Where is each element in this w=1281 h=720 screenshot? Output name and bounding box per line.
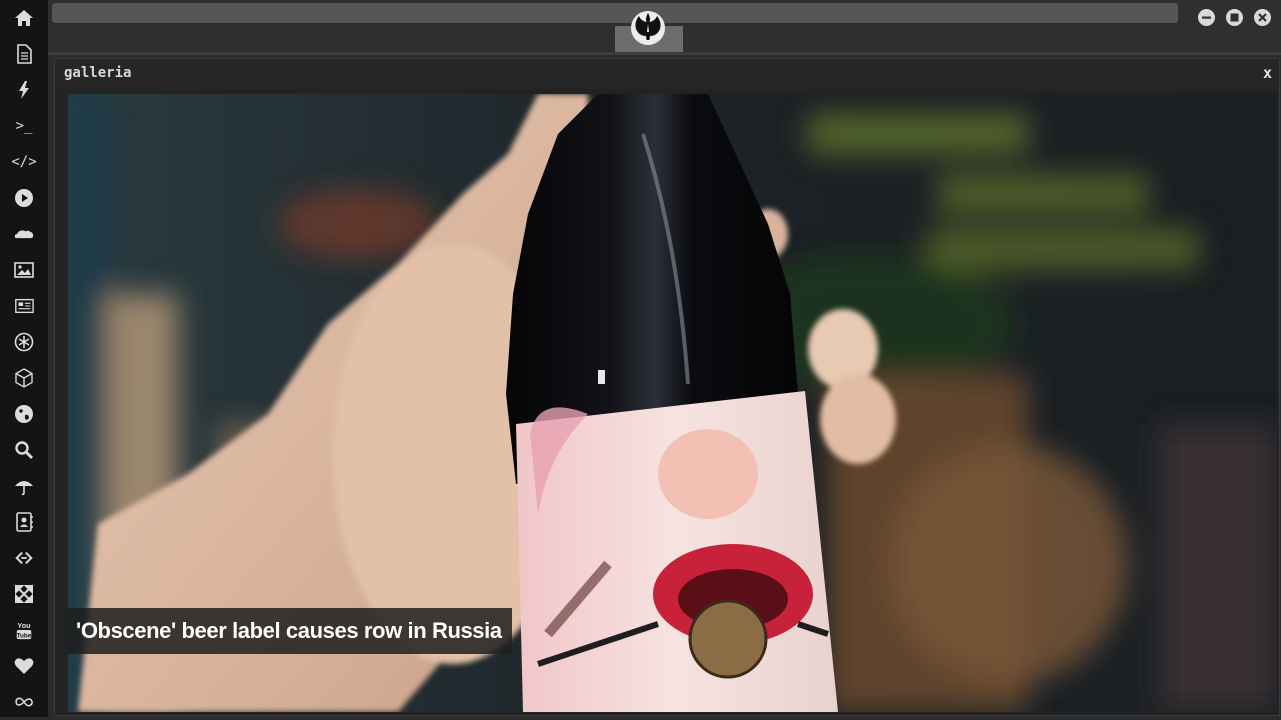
newspaper-icon [15, 298, 34, 314]
sidebar-item-globe[interactable] [0, 396, 48, 432]
minimize-button[interactable] [1198, 9, 1215, 26]
sidebar-item-atom[interactable] [0, 324, 48, 360]
svg-text:Tube: Tube [17, 632, 32, 639]
sidebar-item-cube[interactable] [0, 360, 48, 396]
link-icon [15, 551, 33, 565]
close-window-button[interactable] [1254, 9, 1271, 26]
umbrella-icon [15, 481, 33, 496]
sidebar-item-contacts[interactable] [0, 504, 48, 540]
search-icon [15, 441, 33, 459]
sidebar-item-youtube[interactable]: You Tube [0, 612, 48, 648]
sidebar-item-code[interactable]: </> [0, 144, 48, 180]
rebel-alliance-logo-icon [631, 11, 665, 45]
sidebar-item-link[interactable] [0, 540, 48, 576]
code-icon: </> [11, 154, 37, 170]
minimize-icon [1202, 16, 1211, 19]
contact-book-icon [16, 512, 33, 532]
sidebar-item-search[interactable] [0, 432, 48, 468]
divider [48, 52, 1281, 55]
gallery-panel: galleria x 'Obscene' beer label causes r… [54, 58, 1280, 716]
home-icon [15, 10, 33, 26]
document-icon [17, 44, 32, 64]
atom-icon [14, 332, 34, 352]
sidebar-item-document[interactable] [0, 36, 48, 72]
sidebar-item-lightning[interactable] [0, 72, 48, 108]
maximize-icon [1230, 13, 1239, 22]
play-icon [15, 189, 33, 207]
gallery-close-button[interactable]: x [1263, 64, 1272, 82]
globe-icon [15, 405, 33, 423]
sidebar-item-newspaper[interactable] [0, 288, 48, 324]
sidebar-item-umbrella[interactable] [0, 468, 48, 504]
sidebar-item-image[interactable] [0, 252, 48, 288]
sidebar-item-infinity[interactable] [0, 684, 48, 720]
sidebar-item-expand[interactable] [0, 576, 48, 612]
youtube-icon: You Tube [17, 621, 32, 639]
heart-icon [14, 658, 34, 674]
gallery-header: galleria x [55, 59, 1279, 89]
title-bar [48, 0, 1281, 52]
sidebar-item-soundcloud[interactable] [0, 216, 48, 252]
address-bar[interactable] [52, 3, 1178, 23]
maximize-button[interactable] [1226, 9, 1243, 26]
sidebar-item-home[interactable] [0, 0, 48, 36]
close-icon [1258, 13, 1267, 22]
image-icon [14, 262, 34, 278]
sidebar-item-heart[interactable] [0, 648, 48, 684]
gallery-caption[interactable]: 'Obscene' beer label causes row in Russi… [68, 608, 512, 654]
sidebar: >_ </> You Tube [0, 0, 48, 717]
lightning-icon [19, 81, 29, 99]
gallery-photo[interactable]: 'Obscene' beer label causes row in Russi… [68, 94, 1277, 712]
sidebar-item-play[interactable] [0, 180, 48, 216]
gallery-title: galleria [64, 65, 132, 81]
cloud-icon [14, 230, 34, 239]
cube-icon [15, 368, 33, 388]
expand-icon [15, 585, 33, 603]
terminal-icon: >_ [15, 118, 33, 134]
sidebar-item-terminal[interactable]: >_ [0, 108, 48, 144]
infinity-icon [15, 697, 33, 707]
svg-text:You: You [17, 621, 30, 630]
